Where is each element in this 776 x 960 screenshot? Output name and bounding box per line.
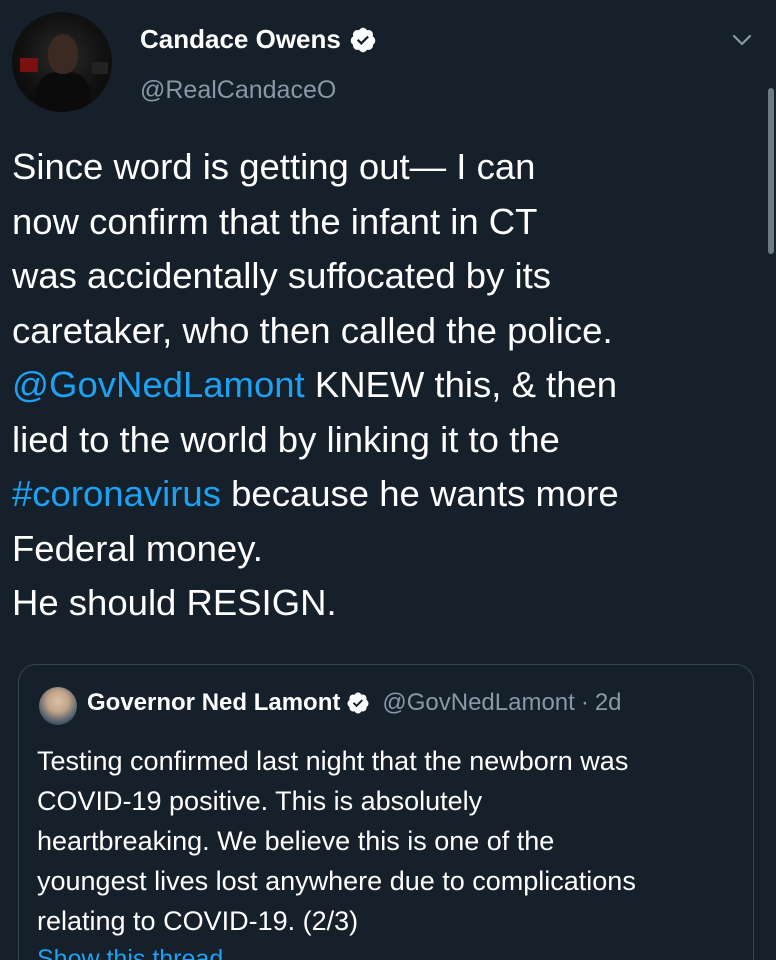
verified-badge-icon [350, 27, 376, 52]
tweet-line-text: because he wants more [220, 473, 619, 514]
author-handle[interactable]: @RealCandaceO [140, 76, 336, 105]
separator-dot: · [580, 689, 589, 716]
quoted-timestamp: 2d [594, 689, 622, 716]
tweet-line: He should RESIGN. [12, 582, 337, 623]
avatar-patch-left [20, 58, 38, 72]
tweet-line: Federal money. [12, 527, 263, 569]
hashtag-link[interactable]: #coronavirus [12, 473, 221, 514]
author-name[interactable]: Candace Owens [140, 24, 341, 55]
tweet-text: Since word is getting out— I can now con… [12, 140, 752, 631]
quoted-tweet[interactable]: Governor Ned Lamont @GovNedLamont · 2d T… [18, 664, 754, 960]
tweet-line: was accidentally suffocated by its [12, 255, 551, 296]
verified-badge-icon [347, 692, 369, 714]
quoted-line: COVID-19 positive. This is absolutely [37, 786, 483, 816]
author-avatar[interactable] [12, 12, 112, 112]
scrollbar[interactable] [768, 88, 774, 254]
avatar-body [36, 72, 90, 112]
avatar-face [48, 34, 78, 74]
tweet-line: now confirm that the infant in CT [12, 200, 538, 242]
tweet: Candace Owens @RealCandaceO Since word i… [0, 0, 776, 960]
show-thread-link[interactable]: Show this thread [37, 945, 223, 960]
quoted-author-handle: @GovNedLamont [382, 689, 575, 716]
mention-link[interactable]: @GovNedLamont [12, 364, 305, 405]
tweet-line: #coronavirus because he wants more [12, 467, 752, 522]
chevron-down-icon[interactable] [730, 30, 754, 50]
quoted-author-avatar [39, 687, 77, 725]
quoted-text: Testing confirmed last night that the ne… [37, 741, 747, 941]
tweet-line: @GovNedLamont KNEW this, & then [12, 358, 752, 413]
tweet-line-text: KNEW this, & then [304, 364, 618, 405]
avatar-patch-right [92, 62, 108, 74]
quoted-author-name: Governor Ned Lamont [87, 689, 341, 716]
tweet-line: caretaker, who then called the police. [12, 309, 613, 351]
author-name-row: Candace Owens [140, 24, 377, 55]
tweet-line: Since word is getting out— I can [12, 146, 536, 187]
tweet-line: lied to the world by linking it to the [12, 418, 560, 460]
quoted-line: heartbreaking. We believe this is one of… [37, 826, 555, 856]
quoted-line: Testing confirmed last night that the ne… [37, 746, 629, 776]
quoted-header: Governor Ned Lamont @GovNedLamont · 2d [87, 689, 622, 717]
quoted-line: relating to COVID-19. (2/3) [37, 906, 359, 936]
quoted-line: youngest lives lost anywhere due to comp… [37, 866, 636, 896]
